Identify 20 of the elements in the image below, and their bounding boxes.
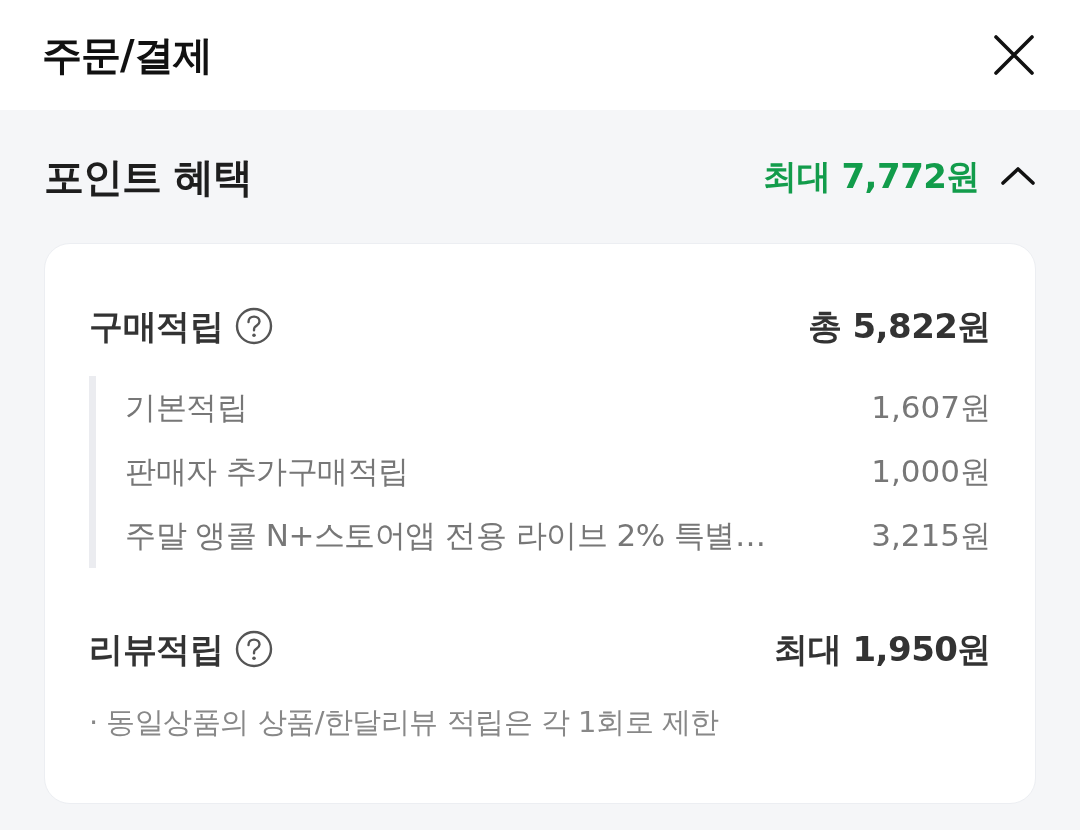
help-icon (235, 307, 273, 345)
section-title: 포인트 혜택 (44, 152, 252, 201)
item-label: 기본적립 (125, 389, 247, 427)
points-summary: 최대 7,772원 (763, 156, 980, 197)
item-amount: 3,215원 (871, 517, 991, 555)
help-button[interactable] (235, 307, 273, 345)
help-button[interactable] (235, 630, 273, 668)
close-button[interactable] (992, 33, 1036, 77)
item-label: 주말 앵콜 N+스토어앱 전용 라이브 2% 특별… (125, 517, 766, 555)
help-icon (235, 630, 273, 668)
page-title: 주문/결제 (42, 31, 212, 79)
group-total: 총 5,822원 (807, 305, 991, 347)
item-amount: 1,607원 (871, 389, 991, 427)
item-label: 판매자 추가구매적립 (125, 453, 409, 491)
group-total: 최대 1,950원 (774, 628, 991, 670)
group-title: 구매적립 (89, 305, 223, 347)
note-text: · 동일상품의 상품/한달리뷰 적립은 각 1회로 제한 (89, 704, 720, 741)
close-icon (992, 33, 1036, 77)
group-title: 리뷰적립 (89, 628, 223, 670)
item-amount: 1,000원 (871, 453, 991, 491)
